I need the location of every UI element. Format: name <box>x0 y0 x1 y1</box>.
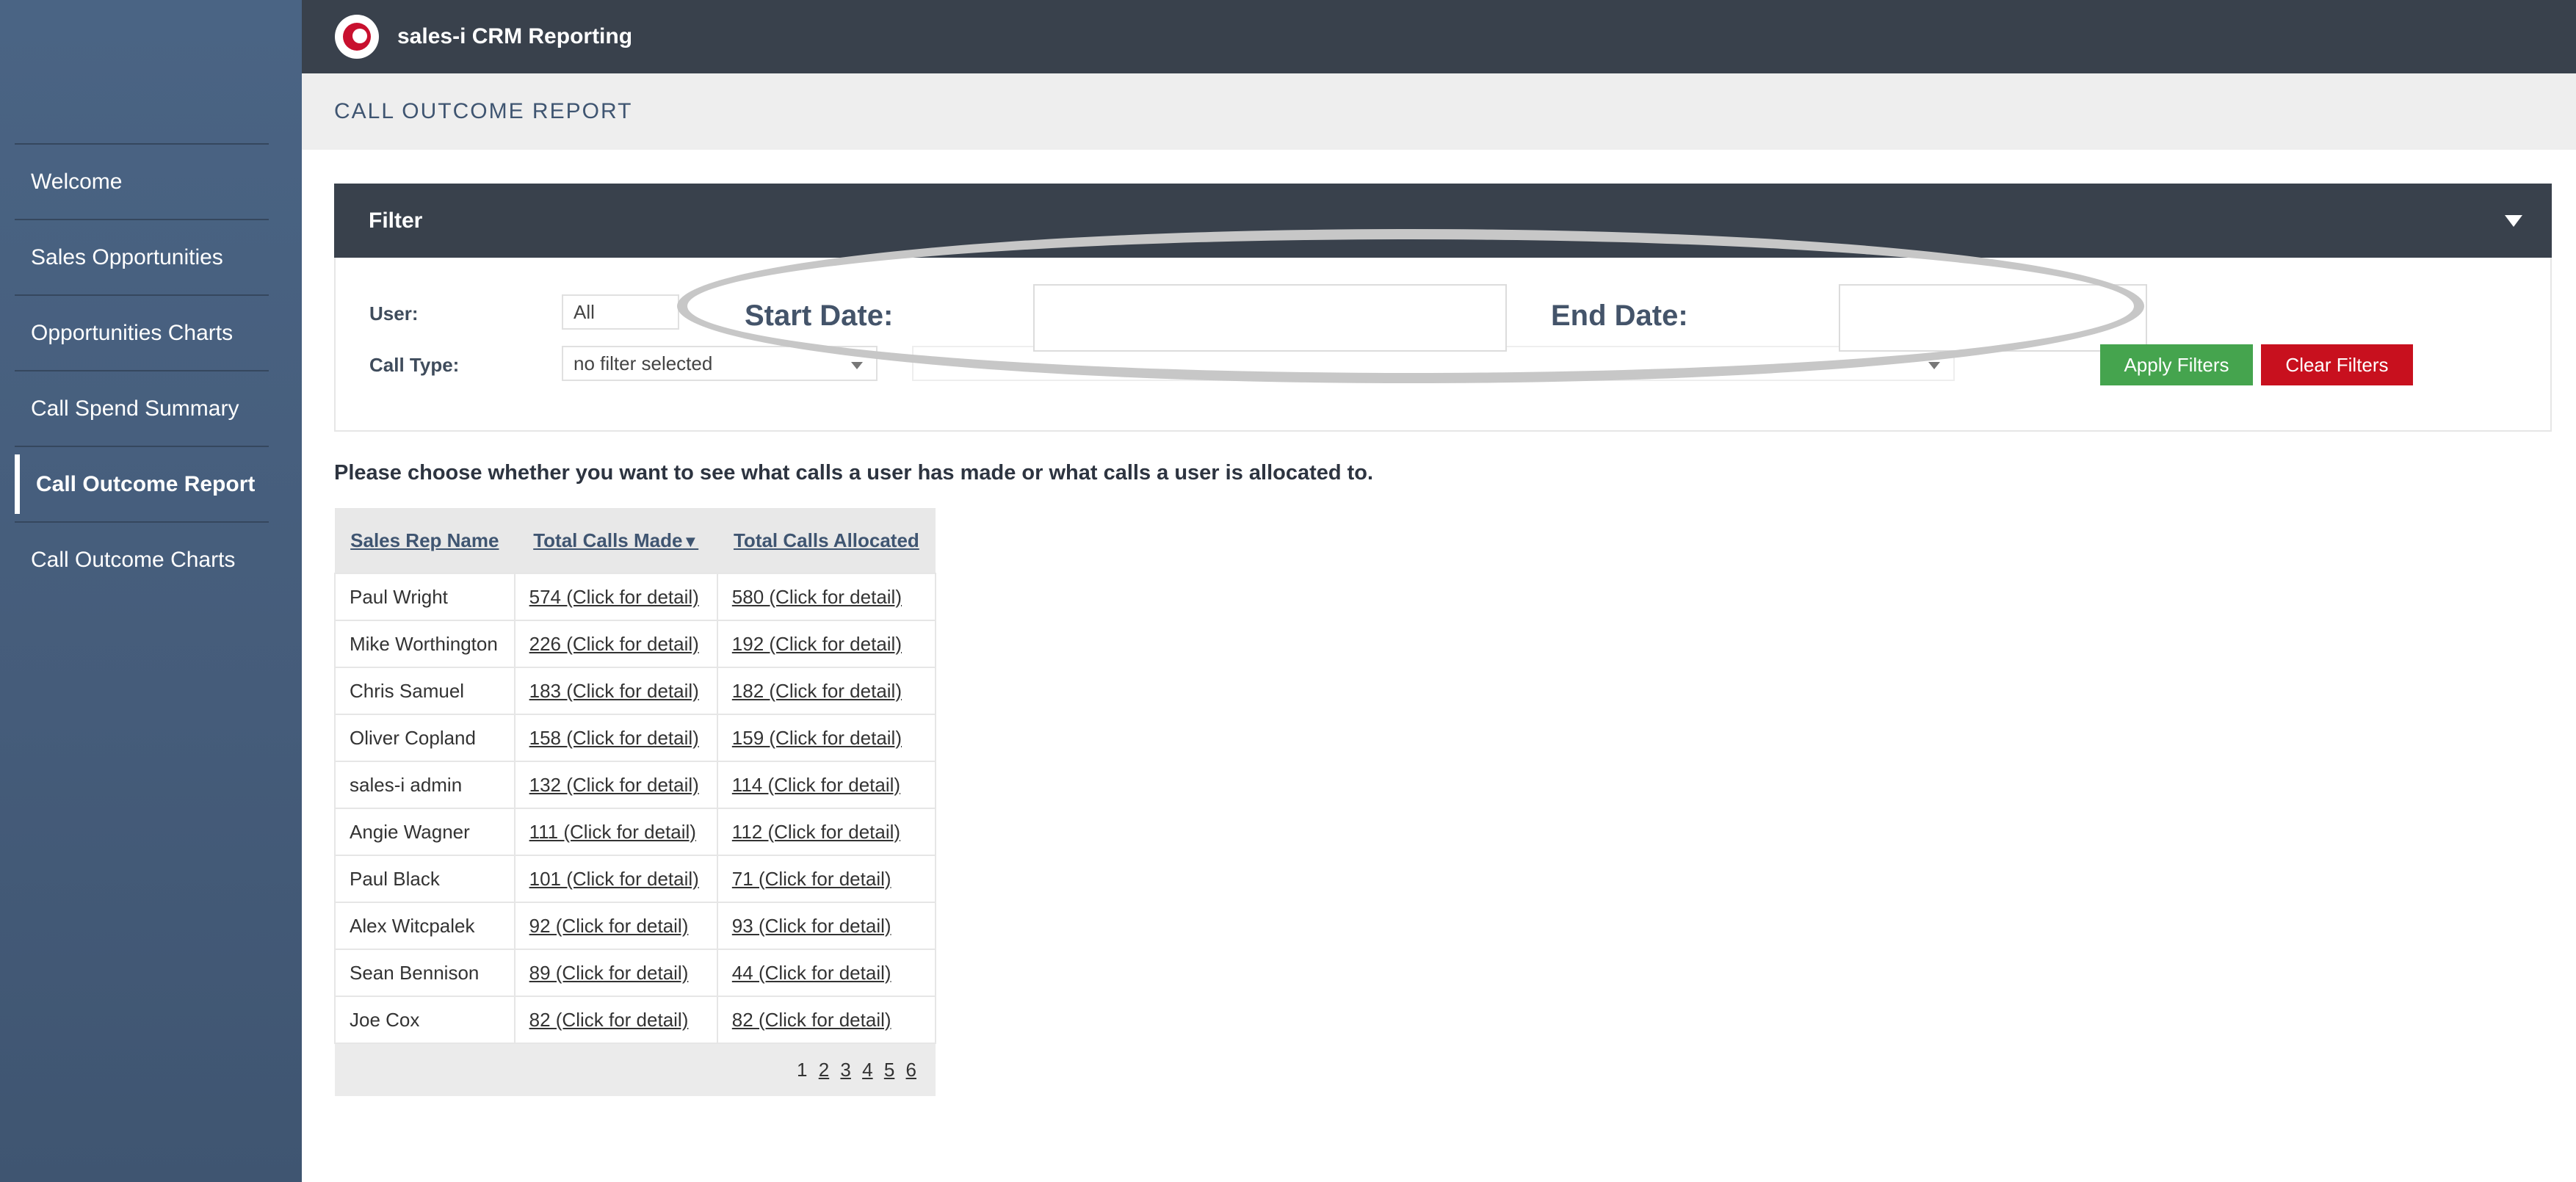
sidebar-item-label: Call Spend Summary <box>31 396 239 421</box>
sidebar-item-label: Welcome <box>31 169 123 194</box>
apply-filters-button[interactable]: Apply Filters <box>2100 344 2253 385</box>
table-row: Oliver Copland 158 (Click for detail) 15… <box>334 714 937 762</box>
filter-panel-header[interactable]: Filter <box>334 184 2552 258</box>
page-header: CALL OUTCOME REPORT <box>302 73 2576 150</box>
column-header-sales-rep[interactable]: Sales Rep Name <box>335 508 515 573</box>
calls-allocated-link[interactable]: 182 (Click for detail) <box>732 680 902 702</box>
page-link[interactable]: 6 <box>906 1059 916 1081</box>
calls-allocated-link[interactable]: 71 (Click for detail) <box>732 868 891 890</box>
sales-rep-name: Paul Black <box>334 855 515 903</box>
table-row: Angie Wagner 111 (Click for detail) 112 … <box>334 808 937 856</box>
column-header-total-calls-made[interactable]: Total Calls Made▼ <box>514 508 717 573</box>
sales-rep-name: Paul Wright <box>334 573 515 621</box>
call-type-select-value: no filter selected <box>574 352 713 374</box>
call-type-label: Call Type: <box>369 354 460 376</box>
sales-rep-name: Joe Cox <box>334 996 515 1044</box>
sales-rep-name: sales-i admin <box>334 761 515 809</box>
sidebar-item-opportunities-charts[interactable]: Opportunities Charts <box>15 294 269 370</box>
user-label: User: <box>369 302 419 324</box>
sidebar-item-sales-opportunities[interactable]: Sales Opportunities <box>15 219 269 294</box>
sidebar-nav: Welcome Sales Opportunities Opportunitie… <box>15 143 269 597</box>
sales-rep-name: Sean Bennison <box>334 949 515 997</box>
calls-allocated-link[interactable]: 114 (Click for detail) <box>732 774 900 796</box>
page-link[interactable]: 5 <box>884 1059 894 1081</box>
filter-title: Filter <box>369 208 423 233</box>
pagination: 1 2 3 4 5 6 <box>791 1059 916 1081</box>
sidebar: Welcome Sales Opportunities Opportunitie… <box>0 0 302 1182</box>
sidebar-item-call-outcome-charts[interactable]: Call Outcome Charts <box>15 521 269 597</box>
sidebar-item-label: Opportunities Charts <box>31 320 234 345</box>
calls-made-link[interactable]: 92 (Click for detail) <box>529 915 689 937</box>
calls-made-link[interactable]: 226 (Click for detail) <box>529 633 699 655</box>
page-link[interactable]: 2 <box>819 1059 829 1081</box>
sales-i-logo-icon[interactable] <box>335 15 379 59</box>
calls-made-link[interactable]: 111 (Click for detail) <box>529 821 696 843</box>
page-title: CALL OUTCOME REPORT <box>334 99 633 123</box>
clear-filters-button[interactable]: Clear Filters <box>2261 344 2413 385</box>
column-header-label: Total Calls Allocated <box>733 529 919 551</box>
sidebar-item-welcome[interactable]: Welcome <box>15 143 269 219</box>
sales-rep-name: Chris Samuel <box>334 667 515 715</box>
pagination-row: 1 2 3 4 5 6 <box>335 1043 936 1096</box>
sales-rep-name: Angie Wagner <box>334 808 515 856</box>
column-header-label: Sales Rep Name <box>350 529 499 551</box>
table-row: Sean Bennison 89 (Click for detail) 44 (… <box>334 949 937 997</box>
chevron-down-icon <box>1928 362 1940 369</box>
calls-made-link[interactable]: 158 (Click for detail) <box>529 727 699 749</box>
sort-desc-icon: ▼ <box>682 532 699 551</box>
collapse-caret-icon[interactable] <box>2505 214 2522 227</box>
sidebar-item-call-spend-summary[interactable]: Call Spend Summary <box>15 370 269 446</box>
start-date-label: Start Date: <box>745 300 894 332</box>
calls-made-link[interactable]: 101 (Click for detail) <box>529 868 699 890</box>
page-link[interactable]: 3 <box>840 1059 850 1081</box>
instructions-text: Please choose whether you want to see wh… <box>334 461 1374 485</box>
page-current: 1 <box>797 1059 808 1081</box>
call-outcome-table: Sales Rep Name Total Calls Made▼ Total C… <box>334 508 937 1096</box>
calls-made-link[interactable]: 183 (Click for detail) <box>529 680 699 702</box>
table-row: Mike Worthington 226 (Click for detail) … <box>334 620 937 668</box>
sales-rep-name: Alex Witcpalek <box>334 902 515 950</box>
calls-allocated-link[interactable]: 580 (Click for detail) <box>732 586 902 608</box>
call-type-select[interactable]: no filter selected <box>562 346 878 381</box>
sidebar-item-label: Call Outcome Charts <box>31 547 236 572</box>
table-row: Alex Witcpalek 92 (Click for detail) 93 … <box>334 902 937 950</box>
end-date-input[interactable] <box>1839 284 2147 352</box>
table-header-row: Sales Rep Name Total Calls Made▼ Total C… <box>335 508 936 573</box>
calls-made-link[interactable]: 574 (Click for detail) <box>529 586 699 608</box>
sidebar-item-label: Sales Opportunities <box>31 244 223 269</box>
column-header-label: Total Calls Made <box>533 529 683 551</box>
table-row: Joe Cox 82 (Click for detail) 82 (Click … <box>334 996 937 1044</box>
calls-allocated-link[interactable]: 192 (Click for detail) <box>732 633 902 655</box>
table-row: Paul Black 101 (Click for detail) 71 (Cl… <box>334 855 937 903</box>
table-row: Chris Samuel 183 (Click for detail) 182 … <box>334 667 937 715</box>
app-title: sales-i CRM Reporting <box>397 24 633 48</box>
sales-rep-name: Oliver Copland <box>334 714 515 762</box>
table-row: sales-i admin 132 (Click for detail) 114… <box>334 761 937 809</box>
table-row: Paul Wright 574 (Click for detail) 580 (… <box>334 573 937 621</box>
calls-made-link[interactable]: 132 (Click for detail) <box>529 774 699 796</box>
calls-allocated-link[interactable]: 44 (Click for detail) <box>732 962 891 984</box>
sales-rep-name: Mike Worthington <box>334 620 515 668</box>
calls-made-link[interactable]: 89 (Click for detail) <box>529 962 689 984</box>
user-select-value: All <box>574 300 595 323</box>
chevron-down-icon <box>851 362 863 369</box>
sidebar-item-label: Call Outcome Report <box>36 471 256 496</box>
sidebar-item-call-outcome-report[interactable]: Call Outcome Report <box>15 446 269 521</box>
user-select[interactable]: All <box>562 294 679 330</box>
calls-allocated-link[interactable]: 159 (Click for detail) <box>732 727 902 749</box>
start-date-input[interactable] <box>1033 284 1507 352</box>
calls-allocated-link[interactable]: 82 (Click for detail) <box>732 1009 891 1031</box>
page-link[interactable]: 4 <box>862 1059 872 1081</box>
top-bar: sales-i CRM Reporting <box>302 0 2576 73</box>
end-date-label: End Date: <box>1551 300 1688 332</box>
calls-allocated-link[interactable]: 93 (Click for detail) <box>732 915 891 937</box>
calls-made-link[interactable]: 82 (Click for detail) <box>529 1009 689 1031</box>
filter-panel-body: User: All Call Type: no filter selected … <box>334 258 2552 432</box>
column-header-total-calls-allocated[interactable]: Total Calls Allocated <box>717 508 936 573</box>
calls-allocated-link[interactable]: 112 (Click for detail) <box>732 821 900 843</box>
